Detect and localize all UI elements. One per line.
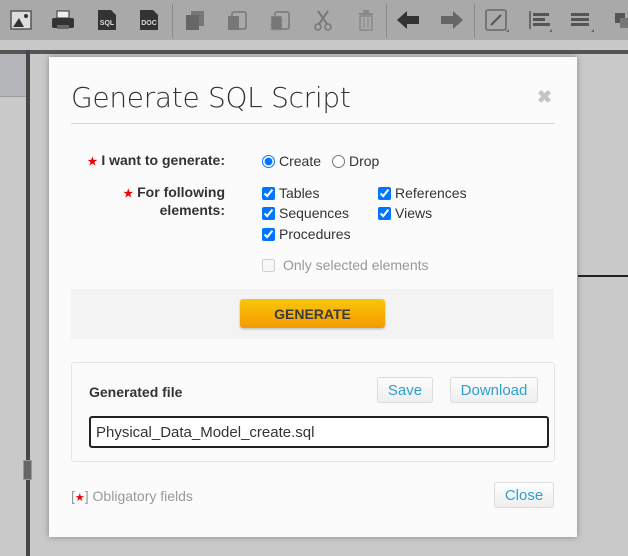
undo-icon[interactable] [396, 8, 420, 32]
checkbox-references[interactable]: References [378, 185, 467, 201]
delete-icon[interactable] [354, 8, 378, 32]
elements-label: ★ For following elements: [123, 184, 225, 218]
required-star-icon: ★ [74, 492, 85, 504]
splitter-handle[interactable] [23, 460, 32, 480]
checkbox-references-input[interactable] [378, 186, 391, 200]
radio-drop-input[interactable] [332, 154, 345, 168]
title-divider [71, 123, 555, 124]
save-button[interactable]: Save [377, 377, 433, 403]
download-button[interactable]: Download [450, 377, 538, 403]
checkbox-sequences-input[interactable] [262, 206, 275, 220]
paste-icon[interactable] [225, 8, 249, 32]
dialog-title: Generate SQL Script [71, 81, 351, 114]
radio-create[interactable]: Create [262, 153, 321, 169]
align-icon[interactable] [528, 8, 552, 32]
toolbar-separator [474, 4, 475, 38]
line-style-icon[interactable] [485, 8, 509, 32]
paste-special-icon[interactable] [268, 8, 292, 32]
required-star-icon: ★ [87, 156, 98, 168]
obligatory-note: [★] Obligatory fields [71, 488, 193, 504]
close-icon[interactable]: ✖ [537, 87, 552, 108]
checkbox-procedures-input[interactable] [262, 227, 275, 241]
radio-create-input[interactable] [262, 154, 275, 168]
checkbox-tables-input[interactable] [262, 186, 275, 200]
side-panel [0, 54, 26, 97]
checkbox-only-selected[interactable]: Only selected elements [262, 257, 429, 273]
svg-text:SQL: SQL [100, 20, 115, 27]
toolbar-separator [386, 4, 387, 38]
print-icon[interactable] [51, 8, 75, 32]
checkbox-views-input[interactable] [378, 206, 391, 220]
sql-export-icon[interactable]: SQL [95, 8, 119, 32]
generate-type-label: ★ I want to generate: [87, 152, 225, 168]
checkbox-procedures[interactable]: Procedures [262, 226, 351, 242]
text-align-icon[interactable] [570, 8, 594, 32]
radio-drop[interactable]: Drop [332, 153, 379, 169]
image-icon[interactable] [9, 8, 33, 32]
generate-section: GENERATE [71, 289, 554, 339]
checkbox-tables[interactable]: Tables [262, 185, 319, 201]
toolbar: SQL DOC [0, 0, 628, 40]
generate-sql-dialog: Generate SQL Script ✖ ★ I want to genera… [49, 57, 577, 537]
generated-file-label: Generated file [89, 384, 183, 400]
file-name-input[interactable] [89, 416, 549, 448]
required-star-icon: ★ [123, 188, 134, 200]
checkbox-sequences[interactable]: Sequences [262, 205, 349, 221]
cut-icon[interactable] [311, 8, 335, 32]
diagram-line [578, 275, 628, 277]
checkbox-only-selected-input[interactable] [262, 258, 275, 272]
close-button[interactable]: Close [494, 482, 554, 508]
toolbar-separator [172, 4, 173, 38]
redo-icon[interactable] [440, 8, 464, 32]
panel-divider[interactable] [26, 50, 30, 556]
checkbox-views[interactable]: Views [378, 205, 432, 221]
generate-button[interactable]: GENERATE [240, 299, 385, 328]
doc-export-icon[interactable]: DOC [137, 8, 161, 32]
svg-text:DOC: DOC [141, 20, 157, 27]
generated-file-panel: Generated file Save Download [71, 362, 555, 462]
arrange-icon[interactable] [612, 8, 628, 32]
copy-icon[interactable] [183, 8, 207, 32]
